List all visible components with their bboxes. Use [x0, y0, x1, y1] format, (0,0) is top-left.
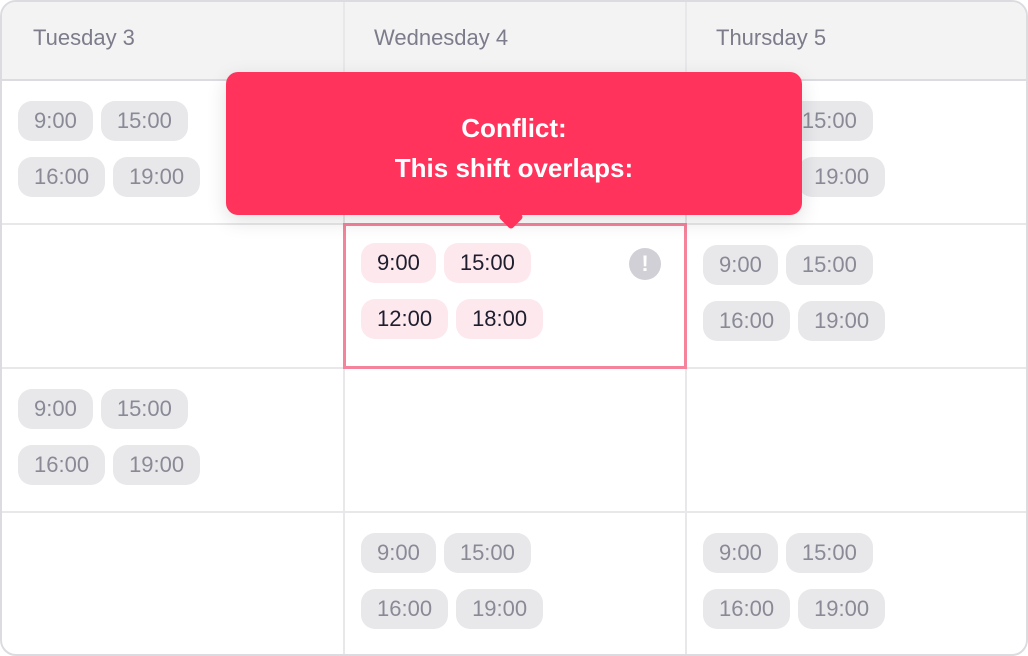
conflict-tooltip: Conflict: This shift overlaps:: [226, 72, 802, 230]
shift-time-chip[interactable]: 15:00: [785, 533, 873, 573]
shift-time-chip[interactable]: 18:00: [456, 299, 544, 339]
shift-time-chip[interactable]: 19:00: [798, 301, 886, 341]
shift-cell[interactable]: [687, 369, 1026, 511]
shift-chip-row: 16:0019:00: [703, 301, 1026, 341]
shift-time-chip[interactable]: 19:00: [798, 157, 886, 197]
shift-time-chip[interactable]: 9:00: [703, 533, 778, 573]
shift-time-chip[interactable]: 16:00: [361, 589, 449, 629]
shift-cell[interactable]: 9:0015:00 16:0019:00: [687, 225, 1026, 367]
shift-time-chip[interactable]: 12:00: [361, 299, 449, 339]
shift-chip-row: 9:0015:00: [703, 533, 1026, 573]
shift-chip-row: 16:0019:00: [361, 589, 685, 629]
shift-time-chip[interactable]: 16:00: [18, 157, 106, 197]
shift-cell[interactable]: [345, 369, 685, 511]
shift-cell[interactable]: 9:0015:00 16:0019:00: [2, 369, 342, 511]
shift-cell-conflict[interactable]: 9:00 15:00 12:00 18:00!: [343, 223, 687, 369]
day-header-wednesday: Wednesday 4: [374, 25, 509, 50]
tooltip-title: Conflict:: [461, 113, 567, 143]
shift-time-chip[interactable]: 9:00: [18, 389, 93, 429]
shift-chip-row: 16:0019:00: [18, 445, 342, 485]
shift-time-chip[interactable]: 9:00: [18, 101, 93, 141]
shift-cell[interactable]: [2, 513, 342, 654]
shift-time-chip[interactable]: 9:00: [361, 533, 436, 573]
shift-chip-row: 9:0015:00: [703, 245, 1026, 285]
shift-chip-row: 9:0015:00: [361, 533, 685, 573]
shift-time-chip[interactable]: 19:00: [798, 589, 886, 629]
shift-time-chip[interactable]: 16:00: [18, 445, 106, 485]
shift-chip-row: 9:0015:00: [18, 389, 342, 429]
shift-time-chip[interactable]: 15:00: [100, 101, 188, 141]
shift-time-chip[interactable]: 19:00: [113, 157, 201, 197]
shift-time-chip[interactable]: 19:00: [113, 445, 201, 485]
shift-time-chip[interactable]: 19:00: [456, 589, 544, 629]
shift-cell[interactable]: [2, 225, 342, 367]
day-header-thursday: Thursday 5: [716, 25, 827, 50]
shift-cell[interactable]: 9:0015:00 16:0019:00: [345, 513, 685, 654]
shift-time-chip[interactable]: 15:00: [100, 389, 188, 429]
shift-time-chip[interactable]: 15:00: [443, 533, 531, 573]
day-header-row: Tuesday 3 Wednesday 4 Thursday 5: [2, 2, 1026, 81]
shift-time-chip[interactable]: 15:00: [785, 245, 873, 285]
shift-cell[interactable]: 9:0015:00 16:0019:00: [687, 513, 1026, 654]
exclamation-icon[interactable]: !: [629, 248, 661, 280]
day-header-tuesday: Tuesday 3: [33, 25, 135, 50]
shift-time-chip[interactable]: 16:00: [703, 301, 791, 341]
shift-time-chip[interactable]: 9:00: [361, 243, 436, 283]
tooltip-message: This shift overlaps:: [394, 153, 634, 183]
shift-time-chip[interactable]: 15:00: [443, 243, 531, 283]
shift-time-chip[interactable]: 16:00: [703, 589, 791, 629]
shift-chip-row: 12:00 18:00: [361, 299, 684, 339]
shift-chip-row: 16:0019:00: [703, 589, 1026, 629]
shift-time-chip[interactable]: 9:00: [703, 245, 778, 285]
